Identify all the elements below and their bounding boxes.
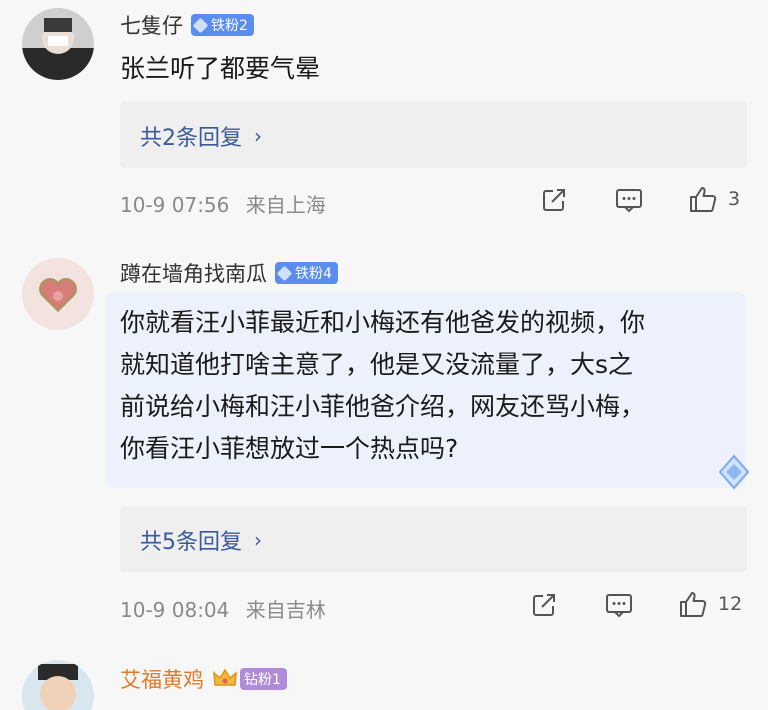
avatar-image <box>22 8 94 80</box>
share-button[interactable] <box>530 591 558 619</box>
comment-button[interactable] <box>604 591 634 619</box>
like-count: 12 <box>718 593 743 615</box>
share-icon <box>533 594 555 616</box>
chevron-right-icon: › <box>254 124 262 148</box>
comment-text-line: 你就看汪小菲最近和小梅还有他爸发的视频，你 <box>120 308 646 337</box>
username-text: 七隻仔 <box>120 14 183 38</box>
avatar[interactable] <box>22 660 94 710</box>
comment-button[interactable] <box>614 186 644 214</box>
diamond-icon <box>192 17 209 33</box>
diamond-icon <box>276 265 293 281</box>
thumbs-up-icon <box>690 187 717 212</box>
like-button[interactable]: 3 <box>688 184 740 214</box>
username[interactable]: 艾福黄鸡 钻粉1 <box>120 664 287 694</box>
avatar-image <box>22 660 94 710</box>
comment-text-line: 前说给小梅和汪小菲他爸介绍，网友还骂小梅， <box>120 392 646 421</box>
username-text: 艾福黄鸡 <box>120 668 204 692</box>
share-button[interactable] <box>540 186 568 214</box>
view-replies-link[interactable]: 共2条回复 › <box>140 120 262 152</box>
comment-text-line: 你看汪小菲想放过一个热点吗? <box>120 434 459 463</box>
thumbs-up-icon <box>680 592 707 617</box>
replies-box[interactable]: 共2条回复 › <box>120 102 747 168</box>
comment-location: 来自上海 <box>245 193 326 217</box>
like-count: 3 <box>728 188 741 210</box>
view-replies-link[interactable]: 共5条回复 › <box>140 524 262 556</box>
chevron-right-icon: › <box>254 528 262 552</box>
badge-label: 钻粉1 <box>244 672 281 688</box>
username[interactable]: 七隻仔 铁粉2 <box>120 10 254 40</box>
comment-location: 来自吉林 <box>245 598 326 622</box>
avatar[interactable] <box>22 258 94 330</box>
comment-text: 张兰听了都要气晕 <box>120 48 320 90</box>
comment-icon <box>606 594 632 618</box>
avatar[interactable] <box>22 8 94 80</box>
sparkle-icon <box>718 454 750 490</box>
avatar-image <box>22 258 94 330</box>
fan-badge: 钻粉1 <box>240 668 287 690</box>
comment-text: 你就看汪小菲最近和小梅还有他爸发的视频，你 就知道他打啥主意了，他是又没流量了，… <box>120 302 645 470</box>
comment-meta: 10-9 07:56 来自上海 <box>120 189 326 218</box>
comment-text-line: 张兰听了都要气晕 <box>120 54 321 83</box>
replies-count: 共2条回复 <box>140 126 242 151</box>
replies-count: 共5条回复 <box>140 530 242 555</box>
badge-label: 铁粉4 <box>295 266 332 282</box>
comment-date: 10-9 08:04 <box>120 598 230 622</box>
fan-badge: 铁粉4 <box>275 262 338 284</box>
username-text: 蹲在墙角找南瓜 <box>120 262 267 286</box>
replies-box[interactable]: 共5条回复 › <box>120 506 747 572</box>
comment-meta: 10-9 08:04 来自吉林 <box>120 594 326 623</box>
like-button[interactable]: 12 <box>678 589 742 619</box>
username[interactable]: 蹲在墙角找南瓜 铁粉4 <box>120 258 338 288</box>
crown-icon <box>213 668 237 686</box>
comment-icon <box>616 189 642 213</box>
badge-label: 铁粉2 <box>211 18 248 34</box>
comment-date: 10-9 07:56 <box>120 193 230 217</box>
share-icon <box>543 189 565 211</box>
comment-text-line: 就知道他打啥主意了，他是又没流量了，大s之 <box>120 350 634 379</box>
fan-badge: 铁粉2 <box>191 14 254 36</box>
